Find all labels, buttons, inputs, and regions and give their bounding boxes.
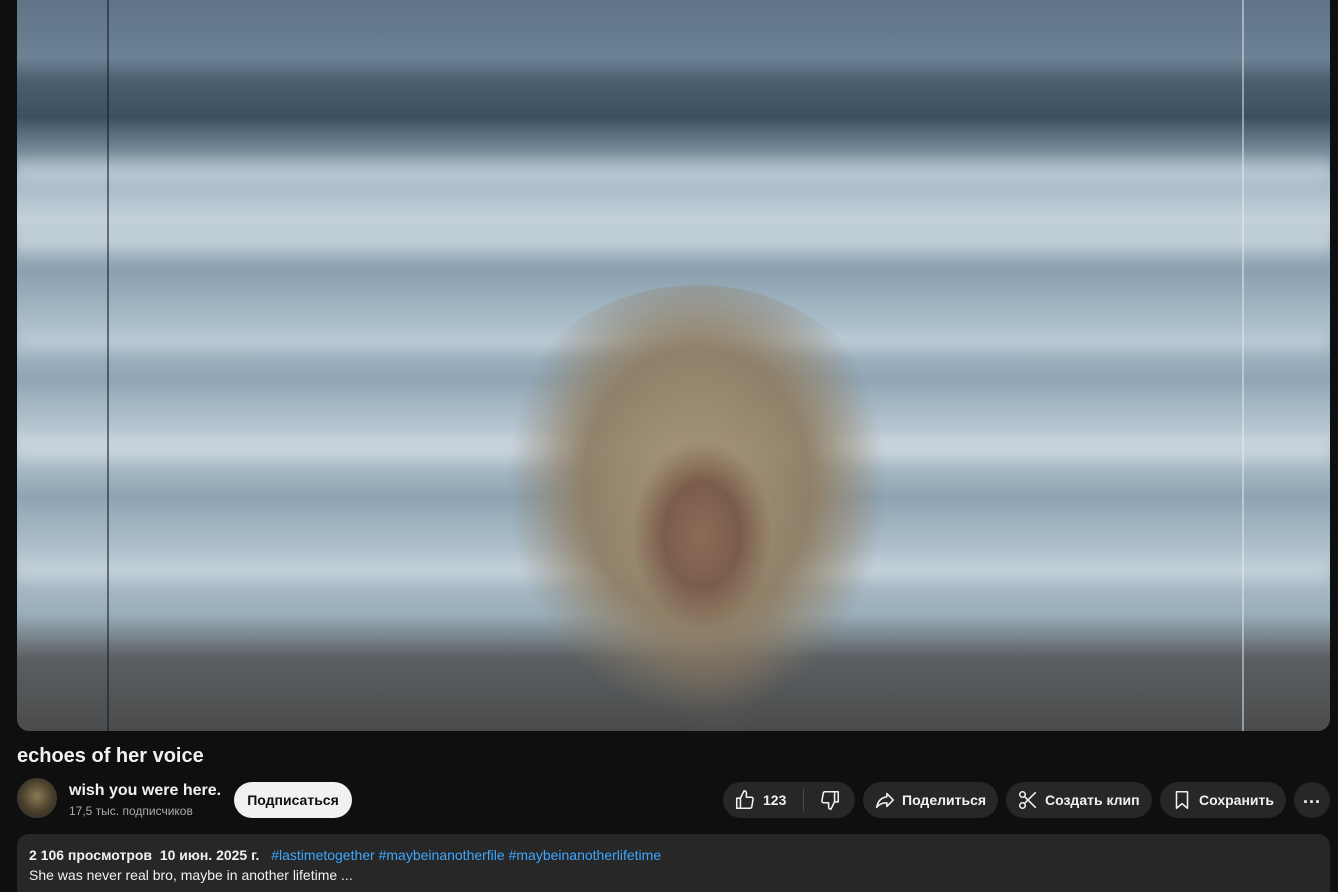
create-clip-label: Создать клип [1045,792,1140,808]
film-scratch [1242,0,1244,731]
save-button[interactable]: Сохранить [1160,782,1286,818]
upload-date: 10 июн. 2025 г. [159,847,260,863]
view-count: 2 106 просмотров [29,847,153,863]
channel-name[interactable]: wish you were here. [69,782,221,800]
bookmark-icon [1175,790,1189,810]
thumbs-down-icon [820,790,839,810]
share-arrow-icon [875,792,895,809]
thumbs-up-icon [735,790,754,810]
share-label: Поделиться [902,792,987,808]
like-dislike-group: 123 [723,782,855,818]
description-text: She was never real bro, maybe in another… [29,867,353,883]
video-player[interactable] [17,0,1330,731]
more-horizontal-icon: ... [1302,787,1321,807]
subscriber-count: 17,5 тыс. подписчиков [69,804,193,818]
scissors-icon [1018,790,1037,810]
video-frame-wave [17,160,1330,182]
subscribe-button[interactable]: Подписаться [234,782,352,818]
video-frame-subject [487,285,907,731]
video-frame-wave [17,230,1330,252]
hashtag-links[interactable]: #lastimetogether #maybeinanotherfile #ma… [271,847,661,863]
description-box[interactable]: 2 106 просмотров 10 июн. 2025 г. #lastim… [17,834,1330,892]
dislike-button[interactable] [804,782,855,818]
share-button[interactable]: Поделиться [863,782,998,818]
channel-avatar[interactable] [17,778,57,818]
save-label: Сохранить [1199,792,1274,808]
more-actions-button[interactable]: ... [1294,782,1330,818]
create-clip-button[interactable]: Создать клип [1006,782,1152,818]
like-button[interactable]: 123 [723,782,803,818]
like-count: 123 [763,792,787,808]
description-meta: 2 106 просмотров 10 июн. 2025 г. #lastim… [29,847,1318,863]
video-title: echoes of her voice [17,745,204,767]
film-scratch [107,0,109,731]
